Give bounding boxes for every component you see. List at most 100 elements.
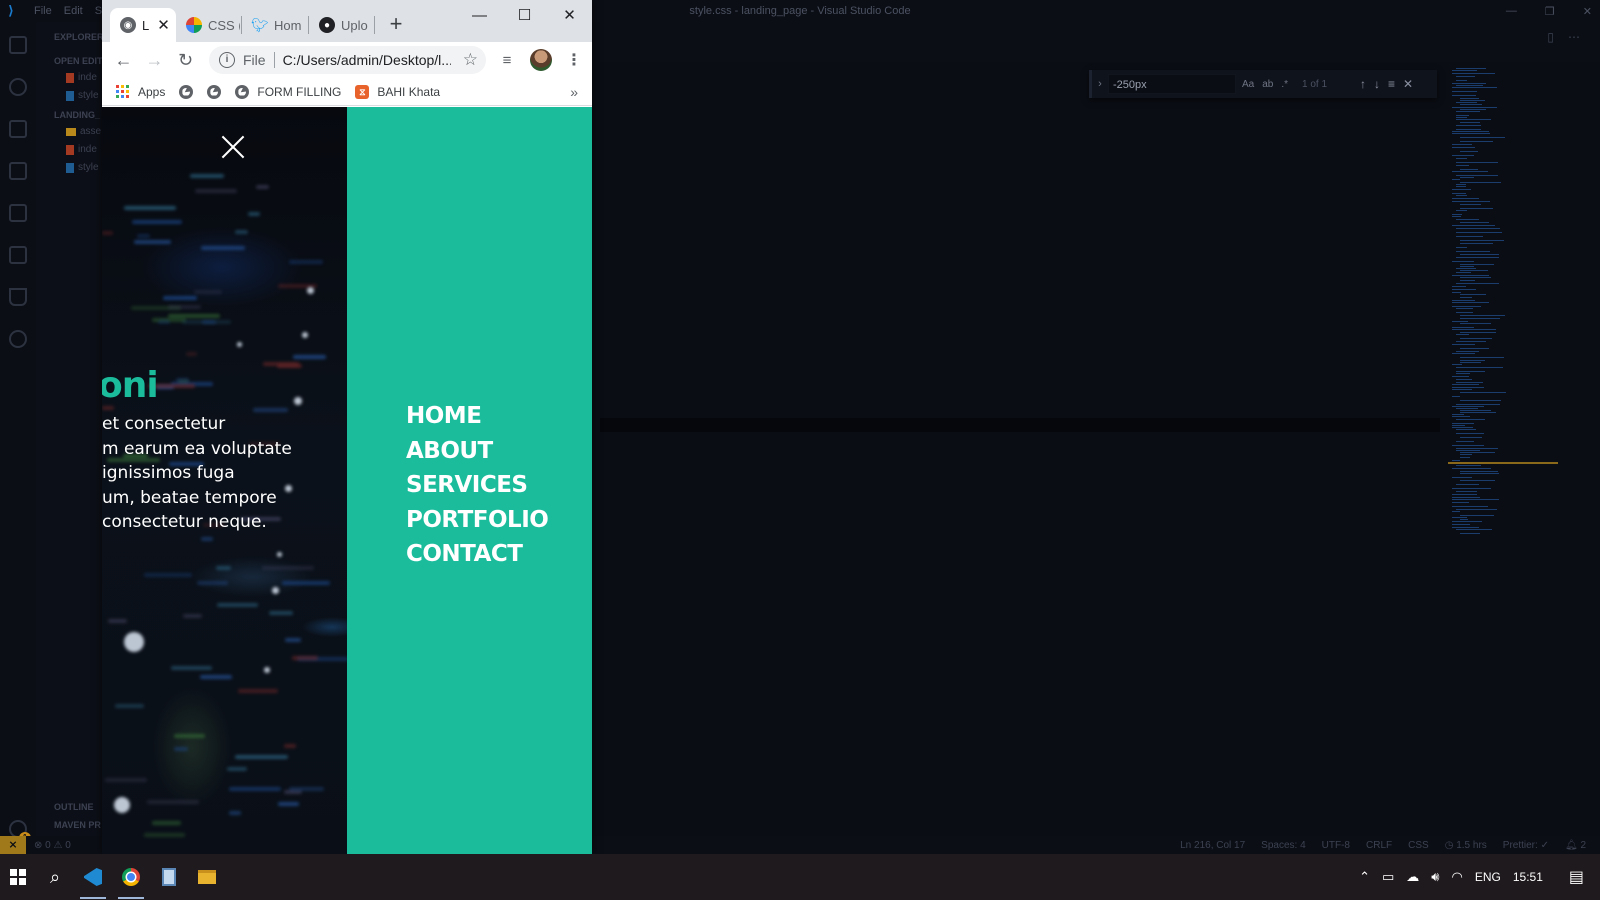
minimap-line [1460, 315, 1505, 316]
testing-icon[interactable] [9, 288, 27, 306]
action-center-icon[interactable]: ▤ [1569, 867, 1584, 887]
tab-css-tricks[interactable]: CSS ( [176, 8, 240, 42]
minimap-line [1452, 198, 1479, 199]
tab-close-icon[interactable]: ✕ [157, 16, 170, 34]
bookmarks-overflow-icon[interactable]: » [570, 84, 578, 100]
nav-home[interactable]: HOME [406, 399, 548, 434]
chrome-menu-icon[interactable]: ⋮ [566, 50, 582, 70]
html-file-icon [66, 144, 74, 155]
menu-selection[interactable]: S [95, 5, 102, 17]
maximize-icon[interactable]: ☐ [502, 0, 547, 30]
next-match-icon[interactable]: ↓ [1374, 77, 1380, 91]
tree-assets[interactable]: asse [66, 126, 101, 137]
bookmark-globe-2[interactable] [207, 84, 222, 99]
language-mode[interactable]: CSS [1408, 840, 1429, 851]
find-in-selection-icon[interactable]: ≡ [1388, 77, 1395, 91]
minimize-icon[interactable]: — [457, 0, 502, 30]
restore-icon[interactable]: ❐ [1545, 5, 1555, 18]
blurred-code-line [201, 537, 213, 541]
previous-match-icon[interactable]: ↑ [1360, 77, 1366, 91]
menu-file[interactable]: File [34, 5, 52, 17]
split-editor-icon[interactable]: ▯ [1547, 30, 1554, 44]
tab-github[interactable]: ● Uplo [309, 8, 375, 42]
editor-area[interactable]: ▯ ⋯ › -250px Aa ab .* 1 of 1 ↑ ↓ ≡ ✕ [600, 22, 1600, 854]
whole-word-toggle[interactable]: ab [1262, 79, 1273, 90]
encoding[interactable]: UTF-8 [1322, 840, 1350, 851]
tab-landing-page[interactable]: ◉ L ✕ [110, 8, 176, 42]
minimap-line [1452, 87, 1497, 88]
hero-title: oni [102, 365, 159, 406]
match-case-toggle[interactable]: Aa [1242, 79, 1254, 90]
wakatime[interactable]: ◷ 1.5 hrs [1445, 840, 1487, 851]
problems-indicator[interactable]: ⊗ 0 ⚠ 0 [34, 840, 71, 851]
minimap[interactable] [1448, 68, 1568, 538]
tab-twitter[interactable]: 🐦︎ Hom [242, 8, 308, 42]
minimap-line [1456, 341, 1486, 342]
debug-icon[interactable] [9, 162, 27, 180]
more-actions-icon[interactable]: ⋯ [1568, 30, 1580, 44]
close-icon[interactable]: ✕ [1583, 5, 1592, 18]
menu-edit[interactable]: Edit [64, 5, 83, 17]
start-button[interactable] [0, 854, 36, 900]
close-find-icon[interactable]: ✕ [1403, 77, 1413, 91]
language-indicator[interactable]: ENG [1475, 870, 1501, 884]
taskbar-chrome[interactable] [112, 854, 150, 900]
nav-services[interactable]: SERVICES [406, 468, 548, 503]
bookmark-star-icon[interactable]: ☆ [463, 50, 478, 70]
reload-icon[interactable]: ↻ [170, 50, 201, 71]
regex-toggle[interactable]: .* [1281, 79, 1288, 90]
onedrive-icon[interactable]: ☁ [1406, 869, 1419, 885]
explorer-icon[interactable] [9, 36, 27, 54]
extensions-icon[interactable] [9, 204, 27, 222]
prettier-status[interactable]: Prettier: ✓ [1503, 840, 1549, 851]
minimap-line [1456, 117, 1467, 118]
close-icon[interactable]: ✕ [547, 0, 592, 30]
back-icon[interactable]: ← [108, 50, 139, 71]
taskbar-file-explorer[interactable] [188, 854, 226, 900]
nav-contact[interactable]: CONTACT [406, 537, 548, 572]
open-editor-style[interactable]: style [66, 90, 99, 101]
open-editor-index[interactable]: inde [66, 72, 97, 83]
tree-index[interactable]: inde [66, 144, 97, 155]
new-tab-icon[interactable]: + [384, 12, 408, 36]
profile-avatar[interactable] [530, 49, 552, 71]
info-icon[interactable]: i [219, 52, 235, 68]
minimap-line [1452, 193, 1466, 194]
bookmark-apps[interactable]: Apps [116, 84, 165, 99]
line-ending[interactable]: CRLF [1366, 840, 1392, 851]
battery-icon[interactable]: ▭ [1382, 869, 1394, 885]
url-text[interactable]: C:/Users/admin/Desktop/l... [283, 52, 451, 68]
indentation[interactable]: Spaces: 4 [1261, 840, 1305, 851]
tree-style[interactable]: style [66, 162, 99, 173]
bookmark-bahi-khata[interactable]: ⧖ BAHI Khata [355, 84, 440, 99]
remote-indicator-icon[interactable]: ⨯ [0, 836, 26, 854]
forward-icon[interactable]: → [139, 50, 170, 71]
chevron-up-icon[interactable]: ⌃ [1359, 869, 1370, 885]
taskbar-vscode[interactable] [74, 854, 112, 900]
close-menu-icon[interactable] [221, 135, 245, 159]
nav-about[interactable]: ABOUT [406, 434, 548, 469]
minimap-line [1460, 297, 1472, 298]
address-bar[interactable]: i File C:/Users/admin/Desktop/l... ☆ [209, 46, 486, 74]
find-input[interactable]: -250px [1108, 74, 1236, 94]
taskbar-notepad[interactable] [150, 854, 188, 900]
minimap-line [1456, 308, 1473, 309]
notifications-bell-icon[interactable]: 🔔︎ 2 [1565, 840, 1586, 851]
minimize-icon[interactable]: — [1506, 5, 1517, 17]
editor-actions: ▯ ⋯ [1547, 30, 1580, 44]
bookmark-globe-1[interactable] [179, 84, 194, 99]
source-control-icon[interactable] [9, 120, 27, 138]
nav-portfolio[interactable]: PORTFOLIO [406, 503, 549, 538]
toggle-replace-icon[interactable]: › [1092, 78, 1108, 90]
bookmark-form-filling[interactable]: FORM FILLING [235, 84, 341, 99]
clock[interactable]: 15:51 [1513, 870, 1543, 884]
search-icon[interactable]: ⌕ [36, 854, 74, 900]
live-share-icon[interactable] [9, 330, 27, 348]
volume-icon[interactable]: 🔊︎ [1431, 869, 1439, 885]
remote-explorer-icon[interactable] [9, 246, 27, 264]
media-control-icon[interactable]: ≡ [498, 52, 516, 69]
minimap-line [1452, 289, 1476, 290]
search-icon[interactable] [9, 78, 27, 96]
cursor-position[interactable]: Ln 216, Col 17 [1180, 840, 1245, 851]
wifi-icon[interactable]: ◠ [1451, 869, 1462, 885]
